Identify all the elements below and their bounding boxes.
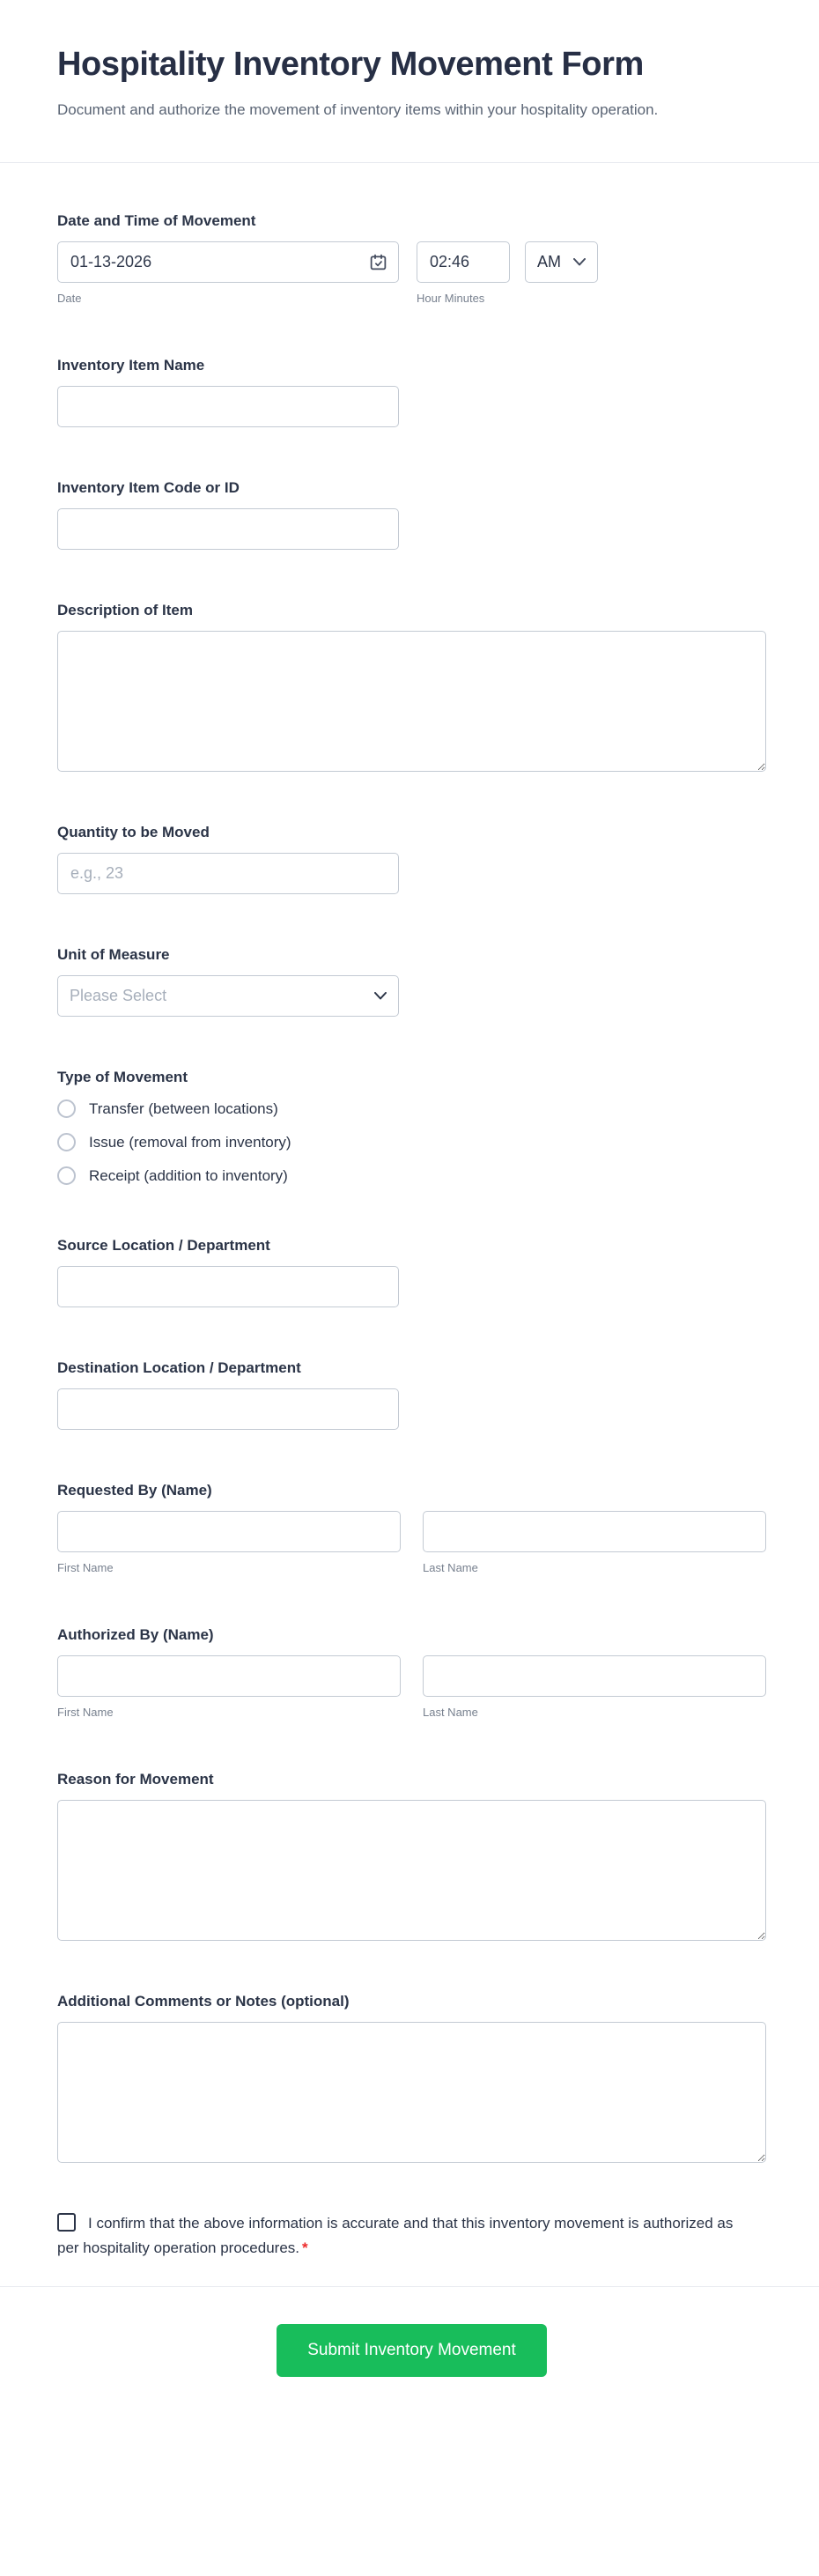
field-item-code: Inventory Item Code or ID <box>57 479 766 550</box>
item-name-input[interactable] <box>57 386 399 427</box>
field-movement-type: Type of Movement Transfer (between locat… <box>57 1069 766 1185</box>
comments-textarea[interactable] <box>57 2022 766 2163</box>
time-sublabel: Hour Minutes <box>417 292 510 305</box>
description-textarea[interactable] <box>57 631 766 772</box>
last-name-sublabel: Last Name <box>423 1706 766 1719</box>
field-description: Description of Item <box>57 602 766 772</box>
date-input[interactable] <box>57 241 399 283</box>
first-name-sublabel: First Name <box>57 1706 401 1719</box>
item-code-label: Inventory Item Code or ID <box>57 479 766 497</box>
form-body: Date and Time of Movement Date Hour Minu… <box>0 163 819 2377</box>
comments-label: Additional Comments or Notes (optional) <box>57 1993 766 2010</box>
field-reason: Reason for Movement <box>57 1771 766 1941</box>
authorized-last-name-input[interactable] <box>423 1655 766 1697</box>
field-comments: Additional Comments or Notes (optional) <box>57 1993 766 2163</box>
time-input-wrap: Hour Minutes <box>417 241 510 305</box>
authorized-last-wrap: Last Name <box>423 1655 766 1719</box>
unit-select[interactable]: Please Select <box>57 975 399 1017</box>
date-input-wrap: Date <box>57 241 399 305</box>
destination-location-label: Destination Location / Department <box>57 1359 766 1377</box>
authorized-first-name-input[interactable] <box>57 1655 401 1697</box>
chevron-down-icon <box>573 258 586 266</box>
radio-option-issue[interactable]: Issue (removal from inventory) <box>57 1133 766 1151</box>
radio-option-label: Issue (removal from inventory) <box>89 1134 291 1151</box>
field-quantity: Quantity to be Moved <box>57 824 766 894</box>
requested-last-name-input[interactable] <box>423 1511 766 1552</box>
first-name-sublabel: First Name <box>57 1561 401 1574</box>
source-location-label: Source Location / Department <box>57 1237 766 1255</box>
field-destination-location: Destination Location / Department <box>57 1359 766 1430</box>
item-name-label: Inventory Item Name <box>57 357 766 374</box>
date-time-row: Date Hour Minutes AM <box>57 241 766 305</box>
radio-option-label: Receipt (addition to inventory) <box>89 1167 288 1185</box>
chevron-down-icon <box>374 992 387 1000</box>
movement-type-label: Type of Movement <box>57 1069 766 1086</box>
field-date-time: Date and Time of Movement Date Hour Minu… <box>57 212 766 305</box>
required-asterisk: * <box>302 2239 308 2256</box>
field-unit: Unit of Measure Please Select <box>57 946 766 1017</box>
confirmation-label[interactable]: I confirm that the above information is … <box>57 2211 753 2260</box>
checkbox-icon[interactable] <box>57 2213 76 2232</box>
date-sublabel: Date <box>57 292 399 305</box>
authorized-by-label: Authorized By (Name) <box>57 1626 766 1644</box>
field-requested-by: Requested By (Name) First Name Last Name <box>57 1482 766 1574</box>
submit-area: Submit Inventory Movement <box>57 2287 766 2377</box>
item-code-input[interactable] <box>57 508 399 550</box>
ampm-select[interactable]: AM <box>525 241 598 283</box>
calendar-icon[interactable] <box>369 253 387 271</box>
requested-by-row: First Name Last Name <box>57 1511 766 1574</box>
description-label: Description of Item <box>57 602 766 619</box>
movement-type-options: Transfer (between locations) Issue (remo… <box>57 1098 766 1185</box>
authorized-by-row: First Name Last Name <box>57 1655 766 1719</box>
date-time-label: Date and Time of Movement <box>57 212 766 230</box>
radio-button-icon[interactable] <box>57 1133 76 1151</box>
confirmation-text: I confirm that the above information is … <box>57 2215 733 2256</box>
page-subtitle: Document and authorize the movement of i… <box>57 98 691 122</box>
form-header: Hospitality Inventory Movement Form Docu… <box>0 0 819 163</box>
quantity-label: Quantity to be Moved <box>57 824 766 841</box>
requested-first-name-input[interactable] <box>57 1511 401 1552</box>
quantity-input[interactable] <box>57 853 399 894</box>
requested-last-wrap: Last Name <box>423 1511 766 1574</box>
time-input[interactable] <box>417 241 510 283</box>
page-title: Hospitality Inventory Movement Form <box>57 46 762 84</box>
source-location-input[interactable] <box>57 1266 399 1307</box>
field-source-location: Source Location / Department <box>57 1237 766 1307</box>
reason-label: Reason for Movement <box>57 1771 766 1788</box>
field-confirmation: I confirm that the above information is … <box>57 2211 766 2260</box>
last-name-sublabel: Last Name <box>423 1561 766 1574</box>
requested-by-label: Requested By (Name) <box>57 1482 766 1499</box>
field-authorized-by: Authorized By (Name) First Name Last Nam… <box>57 1626 766 1719</box>
requested-first-wrap: First Name <box>57 1511 401 1574</box>
unit-label: Unit of Measure <box>57 946 766 964</box>
submit-button[interactable]: Submit Inventory Movement <box>277 2324 547 2377</box>
ampm-select-wrap: AM <box>525 241 598 283</box>
unit-selected-value: Please Select <box>70 987 166 1005</box>
radio-button-icon[interactable] <box>57 1099 76 1118</box>
radio-option-receipt[interactable]: Receipt (addition to inventory) <box>57 1166 766 1185</box>
authorized-first-wrap: First Name <box>57 1655 401 1719</box>
field-item-name: Inventory Item Name <box>57 357 766 427</box>
ampm-selected-value: AM <box>537 253 561 271</box>
radio-button-icon[interactable] <box>57 1166 76 1185</box>
destination-location-input[interactable] <box>57 1388 399 1430</box>
radio-option-transfer[interactable]: Transfer (between locations) <box>57 1099 766 1118</box>
reason-textarea[interactable] <box>57 1800 766 1941</box>
radio-option-label: Transfer (between locations) <box>89 1100 278 1118</box>
